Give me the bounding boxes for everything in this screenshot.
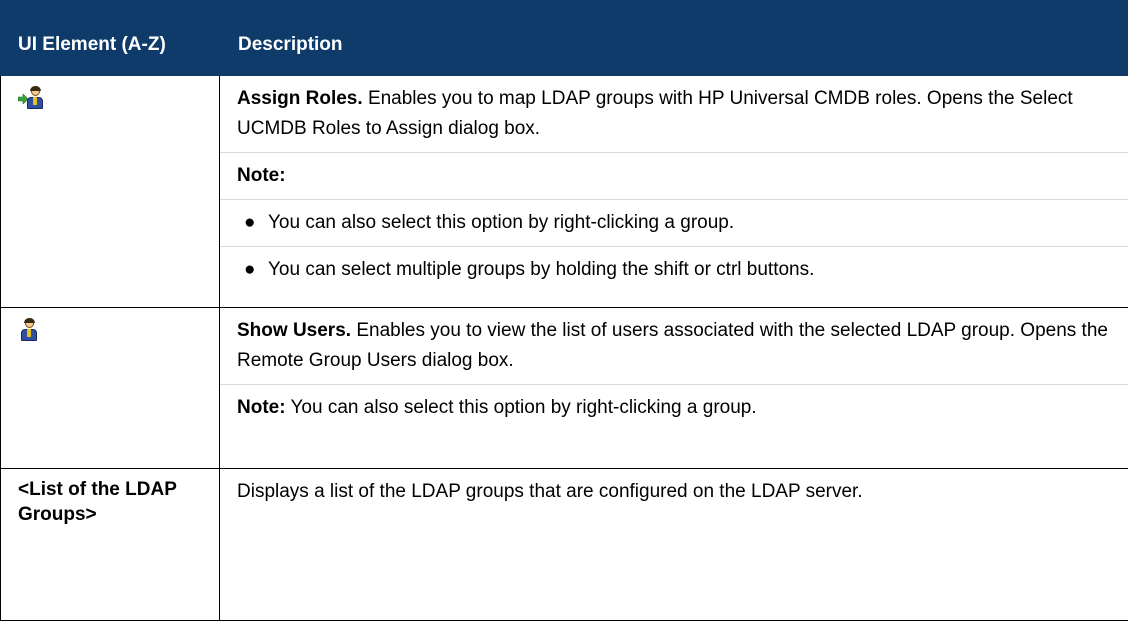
description-cell: Assign Roles. Enables you to map LDAP gr… <box>220 76 1128 308</box>
note-bullet: ● You can also select this option by rig… <box>220 200 1128 247</box>
element-description: Enables you to map LDAP groups with HP U… <box>237 88 1073 139</box>
description-paragraph: Displays a list of the LDAP groups that … <box>220 469 1128 515</box>
note-label: Note: <box>220 153 1128 200</box>
ui-elements-table: UI Element (A-Z) Description <box>0 0 1128 621</box>
table-row-assign-roles: Assign Roles. Enables you to map LDAP gr… <box>1 76 1128 308</box>
element-cell <box>1 76 220 308</box>
header-description: Description <box>220 1 1128 76</box>
show-users-icon <box>18 318 44 342</box>
element-cell: <List of the LDAP Groups> <box>1 469 220 621</box>
element-title: Show Users. <box>237 320 351 341</box>
note-label: Note: <box>237 397 286 418</box>
element-description: Enables you to view the list of users as… <box>237 320 1108 371</box>
table-row-show-users: Show Users. Enables you to view the list… <box>1 308 1128 469</box>
element-title: Assign Roles. <box>237 88 363 109</box>
description-paragraph: Show Users. Enables you to view the list… <box>220 308 1128 385</box>
element-label: <List of the LDAP Groups> <box>18 477 209 527</box>
element-cell <box>1 308 220 469</box>
user-figure-icon <box>21 319 37 341</box>
table-header-row: UI Element (A-Z) Description <box>1 1 1128 76</box>
bullet-text: You can also select this option by right… <box>268 208 734 238</box>
note-paragraph: Note: You can also select this option by… <box>220 385 1128 431</box>
description-cell: Show Users. Enables you to view the list… <box>220 308 1128 469</box>
user-figure-icon <box>27 87 43 109</box>
note-bullet: ● You can select multiple groups by hold… <box>220 247 1128 293</box>
description-cell: Displays a list of the LDAP groups that … <box>220 469 1128 621</box>
description-paragraph: Assign Roles. Enables you to map LDAP gr… <box>220 76 1128 153</box>
bullet-text: You can select multiple groups by holdin… <box>268 255 814 285</box>
header-ui-element: UI Element (A-Z) <box>1 1 220 76</box>
bullet-dot: ● <box>244 255 268 285</box>
note-text: You can also select this option by right… <box>291 397 757 418</box>
assign-roles-icon <box>18 86 44 110</box>
bullet-dot: ● <box>244 208 268 238</box>
table-row-ldap-groups: <List of the LDAP Groups> Displays a lis… <box>1 469 1128 621</box>
